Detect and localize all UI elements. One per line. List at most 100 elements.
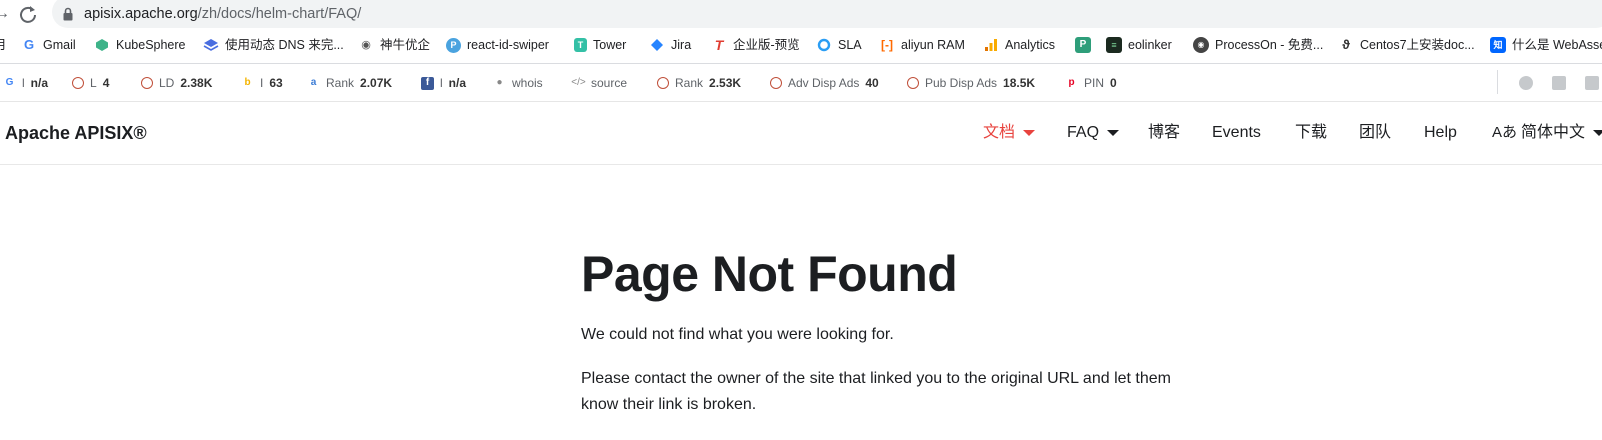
seo-value: 63 (269, 76, 283, 90)
url-path: /zh/docs/helm-chart/FAQ/ (197, 6, 362, 22)
circle-icon (657, 77, 669, 89)
kubesphere-icon (94, 37, 110, 53)
zhihu-icon: 知 (1490, 37, 1506, 53)
seo-label: l (22, 76, 25, 90)
nav-item-blog[interactable]: 博客 (1148, 122, 1180, 144)
circle-icon (72, 77, 84, 89)
seo-value: 0 (1110, 76, 1117, 90)
bookmark-item-aliyun-ram[interactable]: [-] aliyun RAM (879, 36, 965, 54)
tower-icon: T (574, 38, 587, 52)
google-icon: G (5, 77, 14, 88)
bookmark-label: eolinker (1128, 38, 1172, 52)
bookmark-label: ProcessOn - 免费... (1215, 38, 1324, 52)
bookmark-item-gmail[interactable]: G Gmail (21, 36, 76, 54)
seo-item-links[interactable]: L4 (72, 74, 109, 92)
translate-icon: Aあ (1492, 124, 1518, 141)
nav-item-download[interactable]: 下载 (1295, 122, 1327, 144)
seo-item-facebook[interactable]: f l n/a (421, 74, 466, 92)
bookmarks-bar: 月 G Gmail KubeSphere 使用动态 DNS 来完... ◉ 神牛… (0, 30, 1602, 60)
bookmark-item-processon[interactable]: ◉ ProcessOn - 免费... (1193, 36, 1323, 54)
seo-label: Adv Disp Ads (788, 76, 860, 90)
bookmark-label: KubeSphere (116, 38, 186, 52)
seo-item-pinterest[interactable]: p PIN 0 (1065, 74, 1117, 92)
bookmark-label: Jira (671, 38, 692, 52)
contact-owner-message: Please contact the owner of the site tha… (581, 370, 1171, 413)
reload-icon[interactable] (17, 2, 39, 26)
nav-item-label: 下载 (1295, 124, 1328, 141)
bookmark-item-jira[interactable]: Jira (649, 36, 691, 54)
alexa-icon: a (310, 77, 317, 88)
bookmark-item-webassembly[interactable]: 知 什么是 WebAsse (1490, 36, 1602, 54)
bookmark-item-analytics[interactable]: Analytics (983, 36, 1055, 54)
seo-item-rank[interactable]: Rank 2.53K (657, 74, 741, 92)
seo-toolbar: G l n/a L4 LD 2.38K b I 63 a Rank 2.07K f ln… (0, 64, 1602, 101)
bookmark-label: 使用动态 DNS 来完... (225, 38, 344, 52)
screen-icon[interactable] (1552, 76, 1566, 90)
bookmark-label: Gmail (43, 38, 76, 52)
seo-value: 18.5K (1003, 76, 1036, 90)
nav-item-label: 团队 (1359, 124, 1392, 141)
processon-icon: ◉ (1193, 37, 1209, 53)
bookmark-item-tower[interactable]: T Tower (574, 36, 626, 54)
url-text[interactable]: apisix.apache.org/zh/docs/helm-chart/FAQ… (84, 5, 361, 23)
seo-label: L (90, 76, 97, 90)
seo-label: LD (159, 76, 175, 90)
nav-item-events[interactable]: Events (1212, 122, 1261, 144)
seo-value: 2.07K (360, 76, 393, 90)
jira-icon (649, 37, 665, 53)
google-icon: G (23, 37, 35, 52)
seo-item-whois[interactable]: ● whois (493, 74, 542, 92)
seo-item-adv-disp-ads[interactable]: Adv Disp Ads 40 (770, 74, 879, 92)
bookmark-item-dns[interactable]: 使用动态 DNS 来完... (203, 36, 344, 54)
seo-item-google-index[interactable]: G l n/a (3, 74, 48, 92)
ring-icon (816, 37, 832, 53)
cow-icon: ◉ (361, 39, 371, 51)
bookmark-item-sla[interactable]: SLA (816, 36, 862, 54)
lock-icon[interactable] (63, 7, 73, 21)
seo-label: I (260, 76, 264, 90)
bookmark-item-pastel[interactable]: P (1075, 36, 1091, 54)
bookmark-item-enterprise-preview[interactable]: T 企业版-预览 (711, 36, 800, 54)
seo-item-bing-index[interactable]: b I 63 (241, 74, 283, 92)
eolinker-icon: ≡ (1106, 37, 1122, 53)
bookmark-item-shenniu[interactable]: ◉ 神牛优企 (358, 36, 430, 54)
bookmark-item-kubesphere[interactable]: KubeSphere (94, 36, 186, 54)
seo-label: Rank (326, 76, 355, 90)
nav-item-docs[interactable]: 文档 (983, 122, 1036, 144)
bookmark-item-partial[interactable]: 月 (0, 36, 7, 54)
seo-label: Pub Disp Ads (925, 76, 998, 90)
bookmark-label: Analytics (1005, 38, 1056, 52)
bookmark-label: Tower (593, 38, 627, 52)
nav-item-faq[interactable]: FAQ (1067, 122, 1120, 144)
circle-icon (141, 77, 153, 89)
bookmark-label: SLA (838, 38, 862, 52)
nav-item-label: Help (1424, 124, 1457, 141)
nav-item-label: Events (1212, 124, 1261, 141)
seo-item-linking-domains[interactable]: LD 2.38K (141, 74, 212, 92)
site-brand[interactable]: Apache APISIX® (5, 122, 147, 144)
bookmark-label: react-id-swiper (467, 38, 549, 52)
bookmark-item-centos[interactable]: ϑ Centos7上安装doc... (1338, 36, 1474, 54)
spiral-icon: ϑ (1342, 37, 1350, 52)
seo-label: Rank (675, 76, 704, 90)
chevron-down-icon (1107, 130, 1120, 136)
language-selector[interactable]: Aあ 简体中文 (1492, 122, 1602, 144)
seo-value: 40 (865, 76, 879, 90)
facebook-icon: f (421, 76, 434, 90)
seo-item-alexa-rank[interactable]: a Rank 2.07K (307, 74, 392, 92)
nav-item-team[interactable]: 团队 (1359, 122, 1391, 144)
bookmark-item-react-id-swiper[interactable]: P react-id-swiper (446, 36, 549, 54)
chevron-down-icon (1023, 130, 1036, 136)
seo-item-source[interactable]: </> source (571, 74, 627, 92)
info-icon[interactable] (1519, 76, 1533, 90)
nav-item-help[interactable]: Help (1424, 122, 1457, 144)
user-icon: ● (496, 77, 503, 88)
seo-value: 2.53K (709, 76, 742, 90)
seo-item-pub-disp-ads[interactable]: Pub Disp Ads 18.5K (907, 74, 1035, 92)
bookmark-label: 什么是 WebAsse (1512, 38, 1602, 52)
aliyun-icon: [-] (881, 38, 893, 52)
report-icon[interactable] (1585, 76, 1599, 90)
circle-icon (907, 77, 919, 89)
bookmark-item-eolinker[interactable]: ≡ eolinker (1106, 36, 1172, 54)
back-arrow-icon[interactable]: → (0, 3, 14, 25)
